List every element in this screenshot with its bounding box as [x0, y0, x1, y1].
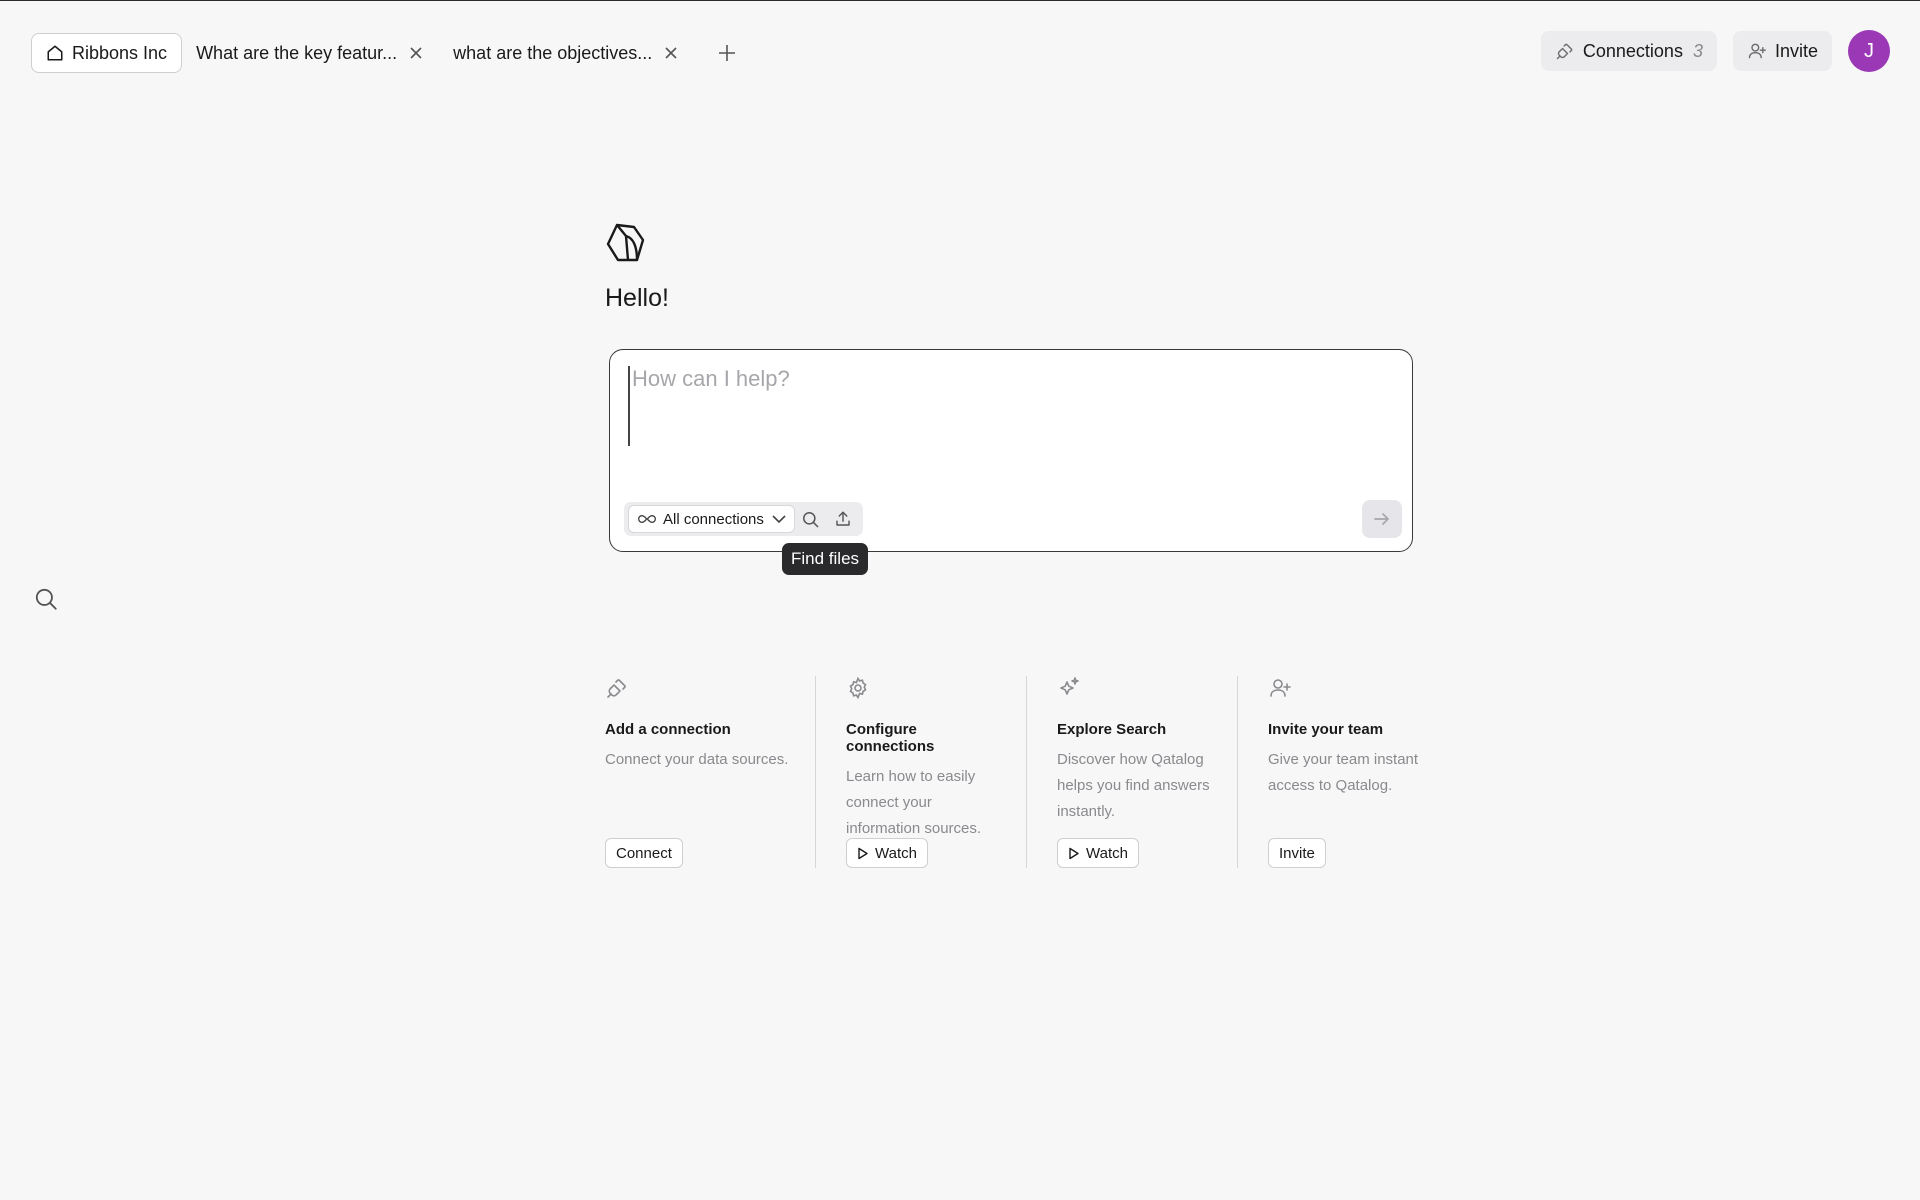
find-files-tooltip: Find files — [782, 543, 869, 575]
watch-search-button[interactable]: Watch — [1057, 838, 1139, 868]
button-label: Watch — [875, 844, 917, 862]
upload-button[interactable] — [827, 505, 859, 533]
sidebar-search-button[interactable] — [33, 586, 59, 612]
arrow-right-icon — [1374, 513, 1389, 525]
card-configure-connections: Configure connections Learn how to easil… — [815, 676, 1026, 868]
play-icon — [858, 847, 868, 859]
app-logo-icon — [604, 222, 646, 264]
user-plus-icon — [1270, 679, 1291, 697]
user-plus-icon — [1748, 43, 1767, 59]
search-icon — [35, 588, 57, 610]
card-description: Learn how to easily connect your informa… — [846, 768, 982, 837]
infinity-icon — [638, 514, 656, 524]
connect-button[interactable]: Connect — [605, 838, 683, 868]
card-title: Configure connections — [846, 721, 935, 755]
tab-home[interactable]: Ribbons Inc — [31, 33, 183, 73]
button-label: Watch — [1086, 844, 1128, 862]
search-icon — [803, 511, 819, 527]
tab-conversation-1[interactable]: What are the key featur... — [182, 33, 439, 73]
invite-button[interactable]: Invite — [1732, 31, 1832, 71]
button-label: Connect — [616, 844, 672, 862]
find-files-button[interactable] — [795, 505, 827, 533]
card-add-connection: Add a connection Connect your data sourc… — [605, 676, 815, 868]
plug-icon — [1556, 43, 1573, 60]
card-description: Discover how Qatalog helps you find answ… — [1057, 751, 1210, 820]
upload-icon — [836, 511, 850, 526]
header-actions: Connections 3 Invite J — [1540, 30, 1890, 72]
prompt-toolbar: All connections — [624, 502, 863, 536]
chevron-down-icon — [772, 515, 786, 524]
button-label: Invite — [1279, 844, 1315, 862]
close-icon[interactable] — [407, 44, 425, 62]
card-title: Explore Search — [1057, 721, 1167, 738]
card-title: Invite your team — [1268, 721, 1384, 738]
card-title: Add a connection — [605, 721, 731, 738]
tab-conversation-2[interactable]: what are the objectives... — [439, 33, 694, 73]
tab-home-label: Ribbons Inc — [72, 42, 168, 63]
close-icon[interactable] — [662, 44, 680, 62]
tab-label: what are the objectives... — [453, 42, 653, 63]
window-top-border — [0, 0, 1920, 1]
home-icon — [47, 45, 63, 61]
prompt-box: All connections — [609, 349, 1413, 552]
watch-configure-button[interactable]: Watch — [846, 838, 928, 868]
gear-icon — [849, 676, 867, 700]
connections-count: 3 — [1692, 40, 1703, 61]
avatar[interactable]: J — [1848, 30, 1890, 72]
prompt-input[interactable] — [628, 366, 1392, 446]
tab-bar: Ribbons Inc What are the key featur... w… — [31, 33, 742, 73]
getting-started-cards: Add a connection Connect your data sourc… — [605, 676, 1448, 868]
plug-icon — [607, 679, 626, 698]
connections-label: Connections — [1582, 40, 1683, 61]
greeting-heading: Hello! — [605, 284, 669, 312]
tab-label: What are the key featur... — [196, 42, 398, 63]
card-invite-team: Invite your team Give your team instant … — [1237, 676, 1448, 868]
invite-label: Invite — [1774, 40, 1818, 61]
send-button[interactable] — [1362, 500, 1402, 538]
card-description: Give your team instant access to Qatalog… — [1268, 751, 1419, 794]
plus-icon — [719, 45, 736, 61]
card-explore-search: Explore Search Discover how Qatalog help… — [1026, 676, 1237, 868]
new-tab-button[interactable] — [712, 38, 742, 68]
play-icon — [1069, 847, 1079, 859]
invite-team-button[interactable]: Invite — [1268, 838, 1326, 868]
connections-select-label: All connections — [663, 510, 764, 528]
sparkle-icon — [1060, 677, 1079, 695]
connections-button[interactable]: Connections 3 — [1540, 31, 1717, 71]
connections-select[interactable]: All connections — [628, 505, 795, 533]
card-description: Connect your data sources. — [605, 751, 789, 768]
